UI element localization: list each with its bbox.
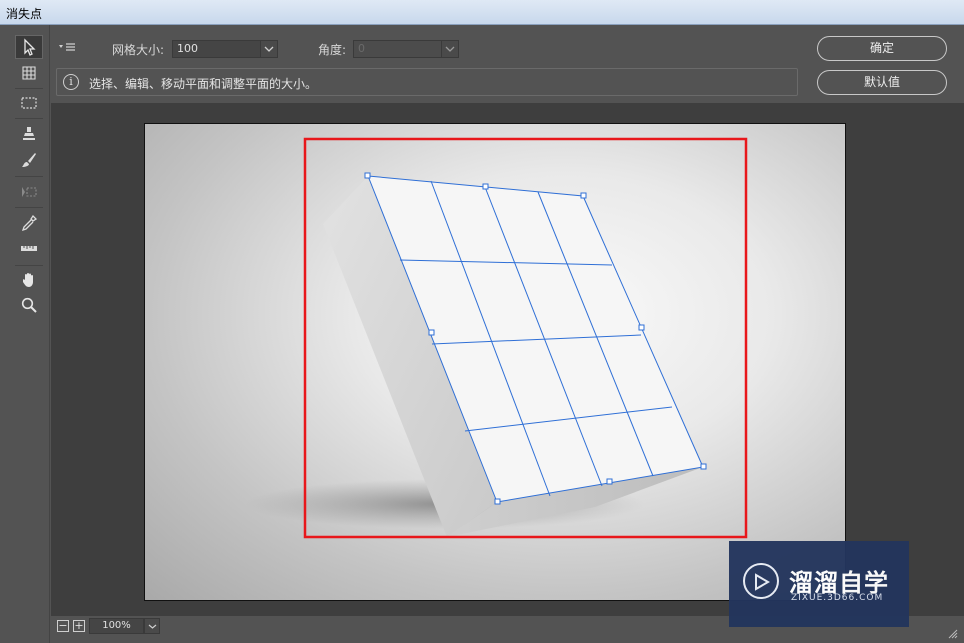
measure-icon (21, 246, 37, 251)
window-title: 消失点 (6, 7, 43, 21)
measure-tool[interactable] (15, 236, 43, 260)
hand-tool[interactable] (15, 268, 43, 292)
info-icon: i (63, 74, 79, 90)
eyedropper-tool[interactable] (15, 211, 43, 235)
zoom-level-field[interactable]: 100% (89, 618, 144, 634)
options-bar: 网格大小: 100 角度: 0 i 选择、编辑、移动平面和调整平面的大小。 确定… (50, 25, 964, 103)
watermark: 溜溜自学 ZIXUE.3D66.COM (729, 541, 909, 627)
angle-label: 角度: (318, 43, 347, 57)
zoom-icon (21, 297, 37, 313)
transform-icon (22, 187, 37, 197)
hand-icon (23, 273, 33, 287)
vanishing-point-scene (245, 137, 748, 539)
zoom-out-button[interactable]: − (57, 620, 69, 632)
grid-size-dropdown[interactable] (260, 40, 278, 58)
create-plane-tool[interactable] (15, 61, 43, 85)
watermark-url: ZIXUE.3D66.COM (791, 593, 884, 603)
marquee-tool[interactable] (15, 91, 43, 115)
panel-menu-icon[interactable] (58, 42, 76, 54)
ok-button[interactable]: 确定 (817, 36, 947, 61)
resize-grip-icon[interactable] (948, 629, 958, 639)
play-logo-icon (743, 563, 779, 599)
zoom-dropdown[interactable] (144, 618, 160, 634)
edit-plane-icon (24, 38, 36, 56)
preview-area[interactable] (51, 103, 964, 616)
tool-panel (0, 25, 50, 643)
brush-icon (22, 153, 36, 167)
create-plane-icon (22, 66, 36, 80)
default-button[interactable]: 默认值 (817, 70, 947, 95)
grid-size-input[interactable]: 100 (172, 40, 262, 58)
edit-plane-tool[interactable] (15, 35, 43, 59)
stamp-icon (23, 127, 35, 140)
chevron-down-icon (264, 46, 274, 52)
angle-dropdown[interactable] (441, 40, 459, 58)
stamp-tool[interactable] (15, 122, 43, 146)
eyedropper-icon (21, 214, 38, 232)
angle-input[interactable]: 0 (353, 40, 443, 58)
zoom-in-button[interactable]: + (73, 620, 85, 632)
info-message-box: i 选择、编辑、移动平面和调整平面的大小。 (56, 68, 798, 96)
info-text: 选择、编辑、移动平面和调整平面的大小。 (89, 77, 318, 91)
image-canvas[interactable] (144, 123, 846, 601)
zoom-tool[interactable] (15, 293, 43, 317)
chevron-down-icon (445, 46, 455, 52)
transform-tool[interactable] (15, 180, 43, 204)
marquee-icon (21, 97, 37, 109)
chevron-down-icon (148, 624, 156, 629)
brush-tool[interactable] (15, 148, 43, 172)
title-bar: 消失点 (0, 0, 964, 25)
grid-size-label: 网格大小: (112, 43, 165, 57)
